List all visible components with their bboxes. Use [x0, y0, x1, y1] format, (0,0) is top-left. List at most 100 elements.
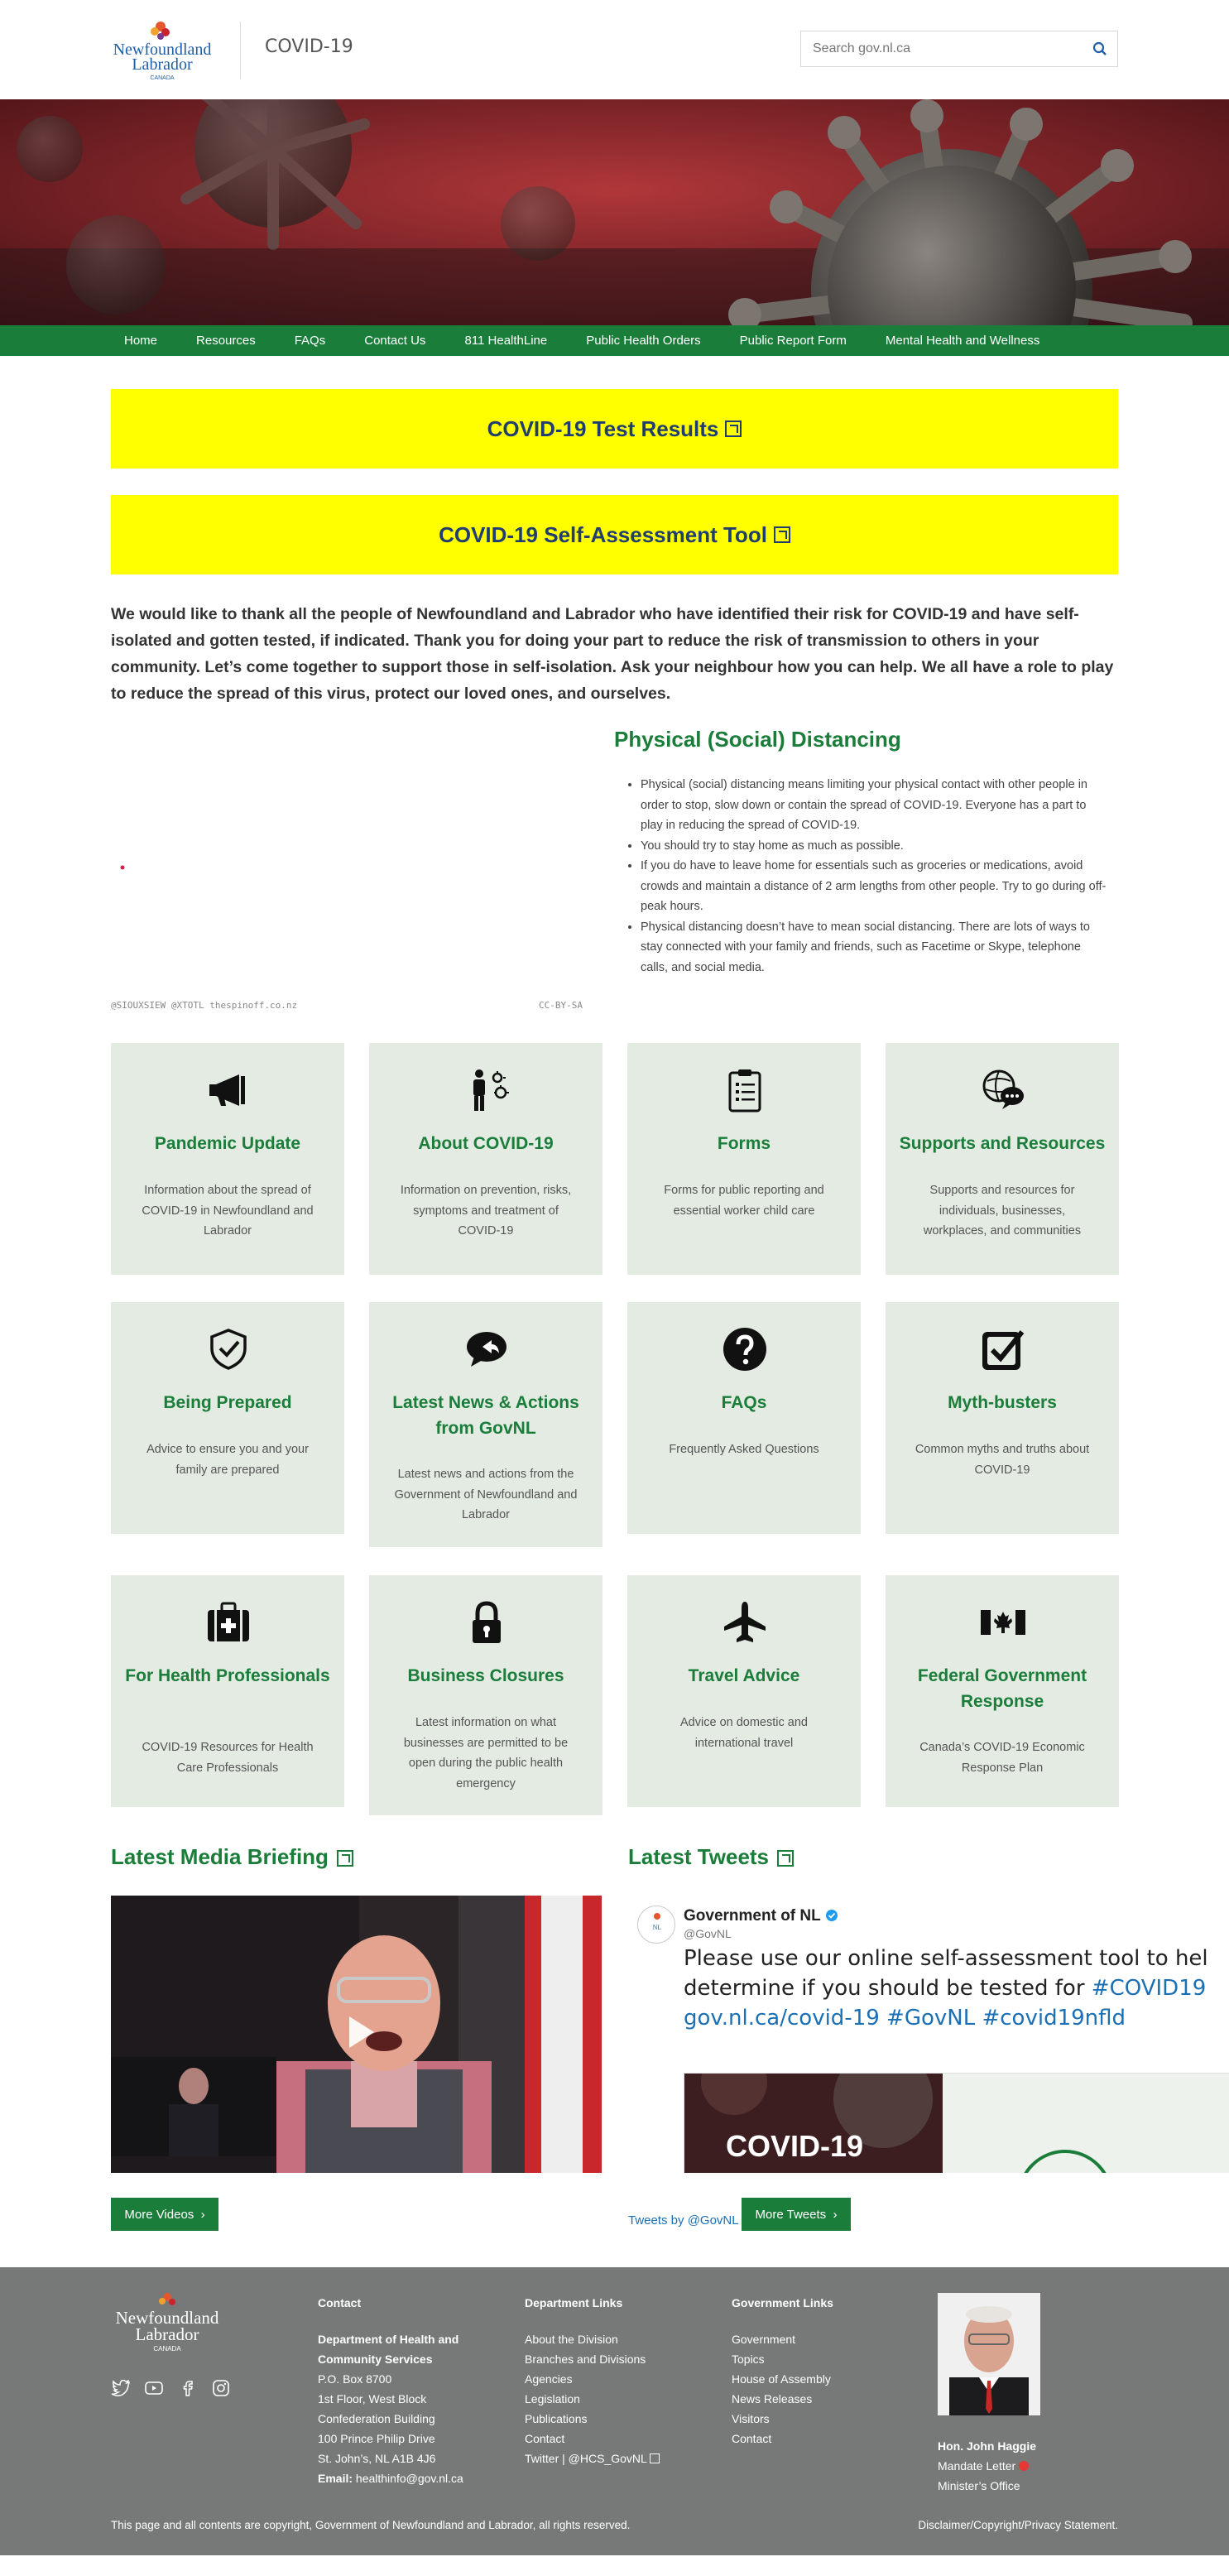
- distancing-list: Physical (social) distancing means limit…: [631, 775, 1111, 978]
- twitter-timeline[interactable]: NL Government of NL @GovNL Please use ou…: [631, 1896, 1229, 2173]
- hashtag-link[interactable]: #COVID19: [1092, 1976, 1207, 2001]
- latest-tweets-title[interactable]: Latest Tweets: [628, 1844, 795, 1870]
- nav-mental-health[interactable]: Mental Health and Wellness: [872, 334, 1040, 348]
- footer-dept-links-heading: Department Links: [525, 2296, 623, 2309]
- distancing-bullet: If you do have to leave home for essenti…: [641, 856, 1111, 917]
- card-about-covid[interactable]: About COVID-19 Information on prevention…: [369, 1043, 602, 1275]
- card-business-closures[interactable]: Business Closures Latest information on …: [369, 1575, 602, 1815]
- footer-logo-text-2: Labrador: [136, 2324, 199, 2344]
- pdf-icon: [1019, 2461, 1030, 2471]
- globe-chat-icon: [981, 1068, 1025, 1113]
- search-input[interactable]: [801, 31, 1066, 66]
- youtube-icon[interactable]: [144, 2378, 164, 2398]
- card-title: Being Prepared: [163, 1393, 292, 1412]
- footer-logo-text-3: CANADA: [153, 2345, 181, 2353]
- tweet-account-name[interactable]: Government of NL: [684, 1907, 838, 1925]
- card-desc: Information about the spread of COVID-19…: [142, 1184, 314, 1238]
- hero-virus-image: [0, 99, 1229, 325]
- nav-faqs[interactable]: FAQs: [281, 334, 326, 348]
- footer-link-legislation[interactable]: Legislation: [525, 2389, 660, 2409]
- search-icon[interactable]: [1092, 41, 1107, 56]
- test-results-label: COVID-19 Test Results: [487, 416, 719, 441]
- footer-link-news-releases[interactable]: News Releases: [732, 2389, 833, 2409]
- media-briefing-title[interactable]: Latest Media Briefing: [111, 1844, 353, 1870]
- nav-public-health-orders[interactable]: Public Health Orders: [573, 334, 700, 348]
- card-pandemic-update[interactable]: Pandemic Update Information about the sp…: [111, 1043, 344, 1275]
- card-being-prepared[interactable]: Being Prepared Advice to ensure you and …: [111, 1302, 344, 1534]
- instagram-icon[interactable]: [211, 2378, 231, 2398]
- copyright-text: This page and all contents are copyright…: [111, 2519, 631, 2531]
- nav-811-healthline[interactable]: 811 HealthLine: [451, 334, 547, 348]
- card-federal-response[interactable]: Federal Government Response Canada’s COV…: [886, 1575, 1119, 1807]
- card-travel-advice[interactable]: Travel Advice Advice on domestic and int…: [627, 1575, 861, 1807]
- facebook-icon[interactable]: [178, 2378, 198, 2398]
- card-forms[interactable]: Forms Forms for public reporting and ess…: [627, 1043, 861, 1275]
- card-title: Supports and Resources: [899, 1134, 1106, 1153]
- tweet-links[interactable]: gov.nl.ca/covid-19 #GovNL #covid19nfld: [684, 2003, 1229, 2033]
- image-license: CC-BY-SA: [539, 1000, 583, 1011]
- footer-link-publications[interactable]: Publications: [525, 2409, 660, 2429]
- self-assessment-banner[interactable]: COVID-19 Self-Assessment Tool: [111, 495, 1118, 574]
- site-title[interactable]: COVID-19: [265, 36, 353, 57]
- nl-logo[interactable]: Newfoundland Labrador CANADA: [111, 18, 214, 83]
- footer-link-twitter[interactable]: Twitter | @HCS_GovNL: [525, 2449, 660, 2468]
- media-briefing-video[interactable]: [111, 1896, 602, 2173]
- twitter-icon[interactable]: [111, 2378, 131, 2398]
- card-desc: Canada’s COVID-19 Economic Response Plan: [919, 1741, 1085, 1775]
- tweet-media-image[interactable]: COVID-19: [684, 2073, 1229, 2173]
- nav-contact-us[interactable]: Contact Us: [351, 334, 425, 348]
- more-tweets-button[interactable]: More Tweets ›: [742, 2198, 851, 2231]
- main-nav: Home Resources FAQs Contact Us 811 Healt…: [0, 325, 1229, 356]
- footer-address-line: St. John’s, NL A1B 4J6: [318, 2452, 436, 2465]
- mandate-letter-link[interactable]: Mandate Letter: [938, 2456, 1036, 2476]
- footer-link-topics[interactable]: Topics: [732, 2349, 833, 2369]
- card-latest-news[interactable]: Latest News & Actions from GovNL Latest …: [369, 1302, 602, 1547]
- footer-link-house-of-assembly[interactable]: House of Assembly: [732, 2369, 833, 2389]
- footer-email-link[interactable]: healthinfo@gov.nl.ca: [356, 2472, 463, 2485]
- tweet-line-2-text: determine if you should be tested for: [684, 1976, 1092, 2001]
- tweet-handle[interactable]: @GovNL: [684, 1927, 732, 1940]
- footer-link-about-division[interactable]: About the Division: [525, 2329, 660, 2349]
- test-results-banner[interactable]: COVID-19 Test Results: [111, 389, 1118, 469]
- footer-gov-links-heading: Government Links: [732, 2296, 833, 2309]
- more-videos-button[interactable]: More Videos ›: [111, 2198, 218, 2231]
- footer-logo[interactable]: Newfoundland Labrador CANADA: [111, 2290, 223, 2362]
- footer-link-agencies[interactable]: Agencies: [525, 2369, 660, 2389]
- minister-photo: [938, 2293, 1040, 2415]
- external-link-icon: [777, 1850, 795, 1867]
- footer-link-branches[interactable]: Branches and Divisions: [525, 2349, 660, 2369]
- footer-address-line: Confederation Building: [318, 2412, 435, 2425]
- site-footer: Newfoundland Labrador CANADA Contact Dep…: [0, 2267, 1229, 2555]
- card-desc: Frequently Asked Questions: [669, 1443, 819, 1456]
- card-supports[interactable]: Supports and Resources Supports and reso…: [886, 1043, 1119, 1275]
- disclaimer-link[interactable]: Disclaimer/Copyright/Privacy Statement.: [918, 2519, 1118, 2531]
- footer-link-twitter-label: Twitter | @HCS_GovNL: [525, 2452, 647, 2465]
- tweets-by-link[interactable]: Tweets by @GovNL: [628, 2213, 739, 2228]
- ministers-office-link[interactable]: Minister’s Office: [938, 2476, 1036, 2496]
- external-link-icon: [336, 1850, 353, 1867]
- card-title: Business Closures: [407, 1666, 564, 1685]
- latest-tweets-label: Latest Tweets: [628, 1844, 770, 1869]
- media-briefing-label: Latest Media Briefing: [111, 1844, 329, 1869]
- avatar[interactable]: NL: [637, 1906, 675, 1944]
- nav-resources[interactable]: Resources: [183, 334, 256, 348]
- footer-link-visitors[interactable]: Visitors: [732, 2409, 833, 2429]
- card-title: Forms: [717, 1134, 771, 1153]
- card-health-professionals[interactable]: For Health Professionals COVID-19 Resour…: [111, 1575, 344, 1807]
- nav-public-report-form[interactable]: Public Report Form: [727, 334, 847, 348]
- clipboard-icon: [723, 1068, 767, 1113]
- card-faqs[interactable]: FAQs Frequently Asked Questions: [627, 1302, 861, 1534]
- footer-link-contact[interactable]: Contact: [525, 2429, 660, 2449]
- distancing-bullet: Physical distancing doesn’t have to mean…: [641, 917, 1111, 978]
- footer-link-government[interactable]: Government: [732, 2329, 833, 2349]
- footer-link-gov-contact[interactable]: Contact: [732, 2429, 833, 2449]
- card-myth-busters[interactable]: Myth-busters Common myths and truths abo…: [886, 1302, 1119, 1534]
- card-title: Myth-busters: [948, 1393, 1057, 1412]
- question-icon: [723, 1327, 767, 1372]
- external-link-icon: [650, 2453, 660, 2463]
- tweet-line-2: determine if you should be tested for #C…: [684, 1973, 1229, 2003]
- account-name-text: Government of NL: [684, 1907, 821, 1925]
- footer-contact: Contact Department of Health and Communi…: [318, 2293, 463, 2488]
- tweet-text: Please use our online self-assessment to…: [684, 1944, 1229, 2033]
- nav-home[interactable]: Home: [111, 334, 157, 348]
